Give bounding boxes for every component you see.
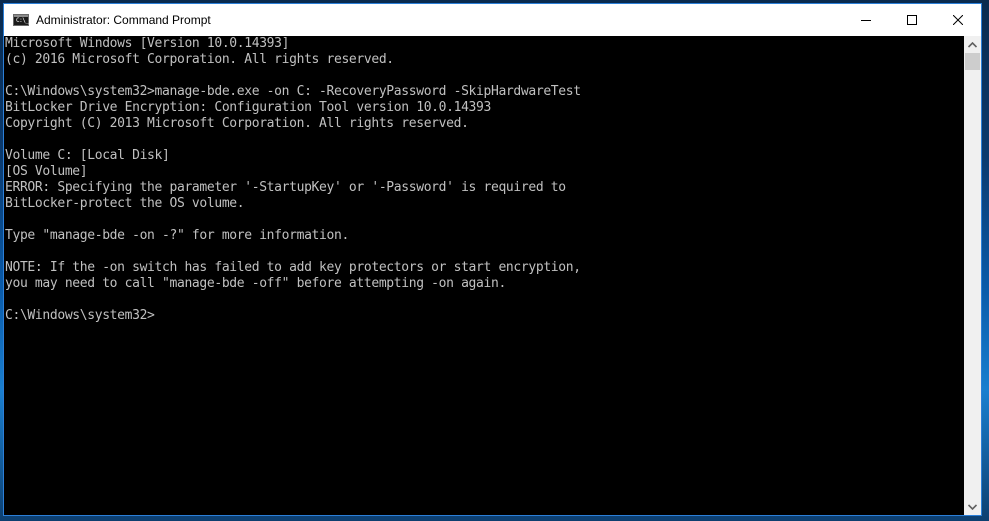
console-line: C:\Windows\system32>: [5, 308, 155, 323]
cmd-icon-text: C:\_: [16, 17, 29, 24]
console-output[interactable]: Microsoft Windows [Version 10.0.14393] (c…: [4, 36, 964, 515]
scroll-thumb[interactable]: [965, 53, 980, 70]
scroll-up-button[interactable]: [964, 36, 981, 53]
console-line: [OS Volume]: [5, 164, 88, 179]
window-title: Administrator: Command Prompt: [36, 13, 211, 27]
console-line: NOTE: If the -on switch has failed to ad…: [5, 260, 581, 275]
console-line: Copyright (C) 2013 Microsoft Corporation…: [5, 116, 469, 131]
maximize-button[interactable]: [889, 4, 935, 36]
chevron-up-icon: [968, 41, 977, 48]
command-prompt-window: C:\_ Administrator: Command Prompt Micro…: [3, 3, 982, 516]
console-line: you may need to call "manage-bde -off" b…: [5, 276, 506, 291]
vertical-scrollbar[interactable]: [964, 36, 981, 515]
console-line: C:\Windows\system32>manage-bde.exe -on C…: [5, 84, 581, 99]
console-text: Microsoft Windows [Version 10.0.14393] (c…: [4, 36, 964, 324]
console-line: Volume C: [Local Disk]: [5, 148, 170, 163]
close-icon: [953, 15, 963, 25]
title-bar[interactable]: C:\_ Administrator: Command Prompt: [4, 4, 981, 36]
cmd-icon[interactable]: C:\_: [13, 14, 29, 26]
maximize-icon: [907, 15, 917, 25]
console-line: Type "manage-bde -on -?" for more inform…: [5, 228, 349, 243]
scroll-down-button[interactable]: [964, 498, 981, 515]
console-line: Microsoft Windows [Version 10.0.14393]: [5, 36, 290, 51]
minimize-button[interactable]: [843, 4, 889, 36]
window-controls: [843, 4, 981, 36]
console-line: BitLocker Drive Encryption: Configuratio…: [5, 100, 491, 115]
console-line: (c) 2016 Microsoft Corporation. All righ…: [5, 52, 394, 67]
minimize-icon: [861, 20, 871, 21]
close-button[interactable]: [935, 4, 981, 36]
chevron-down-icon: [968, 503, 977, 510]
console-line: ERROR: Specifying the parameter '-Startu…: [5, 180, 566, 195]
console-line: BitLocker-protect the OS volume.: [5, 196, 245, 211]
